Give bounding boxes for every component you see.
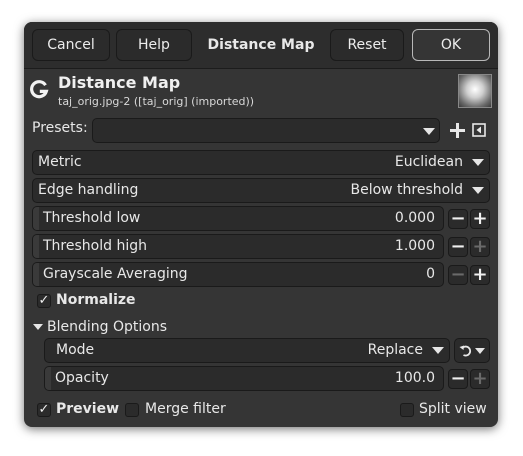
opacity-increment[interactable]: +: [470, 369, 490, 389]
chevron-down-icon: [423, 128, 435, 135]
presets-combo[interactable]: [92, 118, 440, 143]
threshold-low-value: 0.000: [394, 210, 435, 226]
dialog-title: Distance Map: [207, 37, 315, 53]
threshold-high-increment[interactable]: +: [470, 237, 490, 257]
cancel-button[interactable]: Cancel: [32, 29, 110, 61]
presets-label: Presets:: [32, 120, 88, 136]
grayscale-averaging-label: Grayscale Averaging: [43, 266, 188, 282]
plus-icon[interactable]: [450, 123, 465, 138]
metric-combo[interactable]: Metric Euclidean: [32, 150, 490, 175]
reset-button[interactable]: Reset: [330, 29, 404, 61]
ok-button[interactable]: OK: [412, 29, 490, 61]
threshold-high-label: Threshold high: [43, 238, 147, 254]
blending-options-label[interactable]: Blending Options: [47, 319, 167, 335]
edge-handling-value: Below threshold: [350, 182, 463, 198]
mode-value: Replace: [367, 342, 423, 358]
grayscale-averaging-slider[interactable]: Grayscale Averaging 0: [32, 262, 444, 287]
slider-fill: [45, 367, 51, 390]
preview-label: Preview: [56, 401, 120, 417]
image-thumbnail: [458, 74, 492, 108]
menu-icon[interactable]: [472, 123, 486, 137]
threshold-low-increment[interactable]: +: [470, 209, 490, 229]
threshold-low-label: Threshold low: [43, 210, 141, 226]
metric-value: Euclidean: [394, 154, 463, 170]
switch-icon: [459, 345, 472, 357]
metric-label: Metric: [38, 154, 82, 170]
mode-combo[interactable]: Mode Replace: [44, 338, 450, 363]
split-view-label: Split view: [419, 401, 487, 417]
distance-map-dialog: Cancel Help Distance Map Reset OK Distan…: [24, 22, 498, 427]
threshold-low-slider[interactable]: Threshold low 0.000: [32, 206, 444, 231]
slider-fill: [33, 263, 39, 286]
grayscale-averaging-increment[interactable]: +: [470, 265, 490, 285]
threshold-high-value: 1.000: [394, 238, 435, 254]
opacity-slider[interactable]: Opacity 100.0: [44, 366, 444, 391]
normalize-checkbox[interactable]: ✓: [37, 294, 51, 308]
preview-checkbox[interactable]: ✓: [37, 403, 51, 417]
split-view-checkbox[interactable]: [400, 403, 414, 417]
grayscale-averaging-decrement[interactable]: −: [448, 265, 468, 285]
edge-handling-label: Edge handling: [38, 182, 139, 198]
grayscale-averaging-value: 0: [426, 266, 435, 282]
chevron-down-icon: [472, 187, 484, 194]
opacity-value: 100.0: [394, 370, 435, 386]
threshold-high-slider[interactable]: Threshold high 1.000: [32, 234, 444, 259]
threshold-low-decrement[interactable]: −: [448, 209, 468, 229]
slider-fill: [33, 207, 39, 230]
mode-label: Mode: [56, 342, 95, 358]
edge-handling-combo[interactable]: Edge handling Below threshold: [32, 178, 490, 203]
help-button[interactable]: Help: [116, 29, 192, 61]
expander-arrow-icon[interactable]: [33, 324, 43, 330]
opacity-label: Opacity: [55, 370, 109, 386]
chevron-down-icon: [472, 159, 484, 166]
merge-filter-checkbox[interactable]: [125, 403, 139, 417]
threshold-high-decrement[interactable]: −: [448, 237, 468, 257]
operation-title: Distance Map: [58, 73, 181, 92]
normalize-label: Normalize: [56, 292, 136, 308]
opacity-decrement[interactable]: −: [448, 369, 468, 389]
mode-switch-button[interactable]: [454, 338, 490, 363]
operation-subtitle: taj_orig.jpg-2 ([taj_orig] (imported)): [58, 95, 255, 108]
slider-fill: [33, 235, 39, 258]
merge-filter-label: Merge filter: [145, 401, 226, 417]
chevron-down-icon: [475, 348, 485, 354]
header-bar: Cancel Help Distance Map Reset OK: [24, 22, 498, 69]
chevron-down-icon: [432, 347, 444, 354]
gegl-logo-icon: [30, 80, 49, 99]
